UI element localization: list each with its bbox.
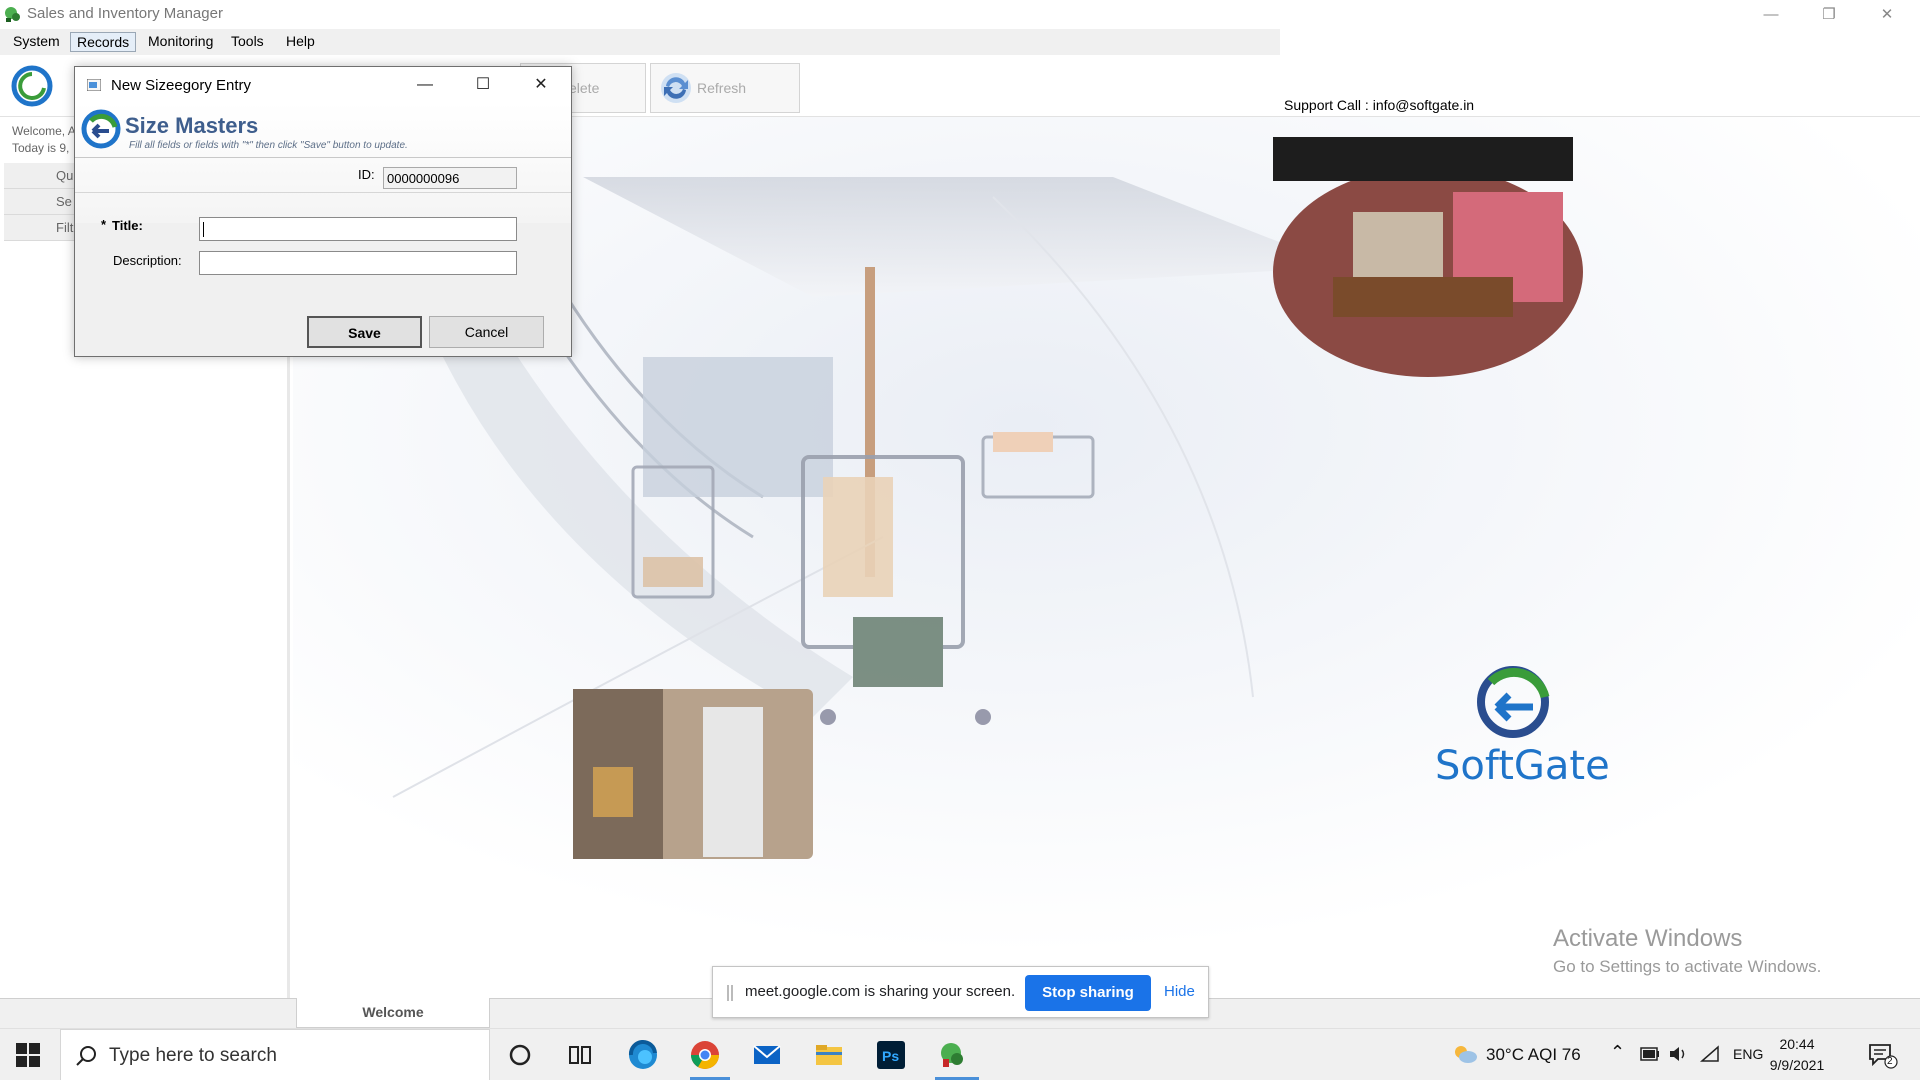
tab-welcome[interactable]: Welcome: [296, 998, 490, 1028]
dialog-header-title: Size Masters: [125, 113, 259, 138]
hide-share-bar-button[interactable]: Hide: [1164, 983, 1195, 1000]
size-masters-icon: [81, 109, 121, 149]
id-field: 0000000096: [383, 167, 517, 189]
menu-records[interactable]: Records: [70, 32, 137, 52]
dialog-minimize-button[interactable]: —: [405, 71, 445, 99]
sales-inventory-app-icon[interactable]: [937, 1039, 969, 1071]
weather-icon[interactable]: [1452, 1043, 1478, 1065]
dialog-icon: [87, 79, 101, 91]
windows-start-icon[interactable]: [16, 1043, 40, 1067]
save-button[interactable]: Save: [307, 316, 422, 348]
app-icon: [5, 7, 20, 22]
description-input[interactable]: [199, 251, 517, 275]
menu-help[interactable]: Help: [280, 32, 321, 52]
refresh-button-label: Refresh: [697, 80, 747, 96]
dialog-header: Size Masters Fill all fields or fields w…: [75, 103, 571, 223]
dialog-header-subtitle: Fill all fields or fields with "*" then …: [129, 140, 408, 151]
task-view-icon[interactable]: [564, 1039, 596, 1071]
description-label: Description:: [113, 253, 182, 268]
edge-icon[interactable]: [627, 1039, 659, 1071]
id-label: ID:: [358, 167, 375, 182]
left-panel-row-label: Filt: [56, 220, 74, 235]
window-restore-button[interactable]: ❐: [1800, 0, 1858, 29]
network-icon[interactable]: [1700, 1045, 1720, 1063]
cortana-icon[interactable]: [504, 1039, 536, 1071]
id-divider: [75, 192, 571, 193]
title-input[interactable]: [199, 217, 517, 241]
activate-line2: Go to Settings to activate Windows.: [1553, 957, 1822, 976]
today-text: Today is 9,: [12, 141, 70, 155]
title-required-mark: *: [101, 217, 107, 232]
chrome-icon[interactable]: [689, 1039, 721, 1071]
window-titlebar: Sales and Inventory Manager — ❐ ✕: [0, 0, 1920, 29]
volume-icon[interactable]: [1668, 1044, 1690, 1064]
window-title: Sales and Inventory Manager: [27, 5, 223, 22]
notifications-icon[interactable]: [1868, 1043, 1898, 1069]
clock-date: 9/9/2021: [1769, 1057, 1825, 1073]
taskbar-search-box[interactable]: Type here to search: [60, 1029, 490, 1080]
softgate-small-logo: [11, 65, 53, 107]
stop-sharing-button[interactable]: Stop sharing: [1025, 975, 1151, 1011]
refresh-icon: [661, 73, 691, 103]
search-icon: [76, 1046, 96, 1066]
activate-windows-watermark: Activate Windows Go to Settings to activ…: [1553, 925, 1821, 977]
window-close-button[interactable]: ✕: [1858, 0, 1916, 29]
search-placeholder: Type here to search: [109, 1045, 277, 1066]
taskbar-clock[interactable]: 20:44 9/9/2021: [1762, 1034, 1832, 1076]
new-entry-dialog: New Sizeegory Entry — ☐ ✕ Size Masters F…: [74, 66, 572, 357]
dialog-titlebar: New Sizeegory Entry — ☐ ✕: [75, 67, 571, 103]
activate-line1: Activate Windows: [1553, 925, 1743, 952]
drag-handle-icon[interactable]: [727, 985, 733, 1001]
left-panel-row-label: Qu: [56, 168, 74, 183]
svg-text:Ps: Ps: [882, 1048, 899, 1064]
chevron-up-icon[interactable]: ⌃: [1610, 1042, 1625, 1063]
window-minimize-button[interactable]: —: [1742, 0, 1800, 29]
header-divider: [75, 157, 571, 158]
language-indicator[interactable]: ENG: [1733, 1046, 1763, 1062]
support-text: Support Call : info@softgate.in: [1284, 97, 1475, 113]
dialog-close-button[interactable]: ✕: [521, 71, 561, 99]
text-caret: [203, 222, 204, 237]
menu-bar: System Records Monitoring Tools Help: [0, 29, 1280, 55]
delete-button-label: elete: [569, 80, 600, 96]
cancel-button[interactable]: Cancel: [429, 316, 544, 348]
title-label: Title:: [112, 218, 143, 233]
menu-monitoring[interactable]: Monitoring: [142, 32, 219, 52]
softgate-logo-text: SoftGate: [1435, 743, 1610, 789]
notification-count: 2: [1887, 1056, 1893, 1067]
battery-icon[interactable]: [1640, 1047, 1660, 1061]
menu-system[interactable]: System: [7, 32, 66, 52]
refresh-button[interactable]: Refresh: [650, 63, 800, 113]
photoshop-icon[interactable]: Ps: [875, 1039, 907, 1071]
dialog-maximize-button[interactable]: ☐: [463, 71, 503, 99]
taskbar: Type here to search Ps 30°C AQI 76 ⌃ ENG…: [0, 1028, 1920, 1080]
mail-icon[interactable]: [751, 1039, 783, 1071]
clock-time: 20:44: [1779, 1036, 1815, 1052]
file-explorer-icon[interactable]: [813, 1039, 845, 1071]
welcome-text: Welcome, A: [12, 124, 76, 138]
screen-share-bar: meet.google.com is sharing your screen. …: [712, 966, 1209, 1018]
menu-tools[interactable]: Tools: [225, 32, 270, 52]
dialog-title: New Sizeegory Entry: [111, 77, 252, 94]
share-message: meet.google.com is sharing your screen.: [745, 983, 1016, 1000]
weather-text[interactable]: 30°C AQI 76: [1486, 1045, 1581, 1065]
left-panel-row-label: Se: [56, 194, 72, 209]
